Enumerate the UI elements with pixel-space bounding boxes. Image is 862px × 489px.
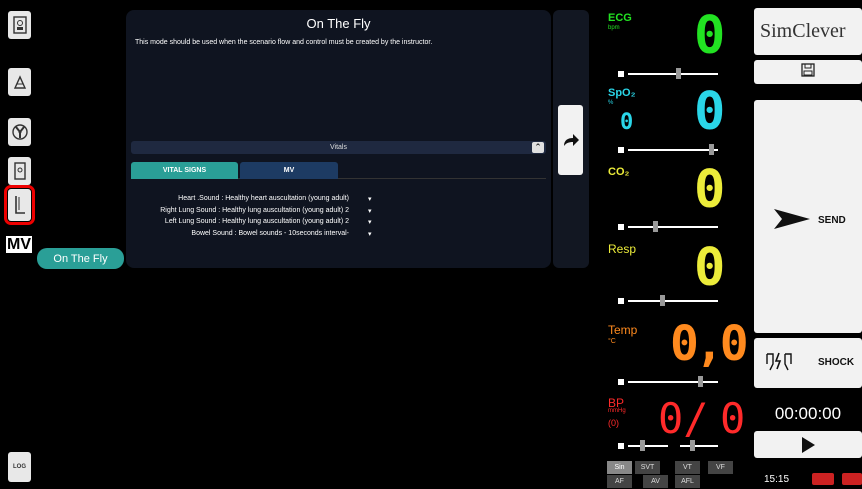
bp-mean: (0) [608, 418, 619, 428]
list-item[interactable]: Bowel Sound : Bowel sounds - 10seconds i… [126, 230, 551, 242]
left-lung-sound-label: Left Lung Sound : Healthy lung auscultat… [164, 218, 349, 225]
send-label: SEND [818, 215, 846, 226]
spo2-slider[interactable] [628, 144, 718, 155]
radiation-icon[interactable] [8, 118, 31, 146]
panel-description: This mode should be used when the scenar… [135, 39, 433, 46]
sound-list: Heart .Sound : Healthy heart auscultatio… [126, 195, 551, 241]
resp-alarm-dot[interactable] [618, 298, 624, 304]
send-button[interactable]: SEND [754, 100, 862, 333]
play-button[interactable] [754, 431, 862, 458]
temp-unit: °C [608, 338, 616, 345]
device-icon[interactable] [8, 157, 31, 185]
rhythm-afl[interactable]: AFL [675, 475, 700, 488]
spo2-unit: % [608, 100, 614, 106]
resp-slider[interactable] [628, 295, 718, 306]
co2-value: 0 [694, 160, 726, 220]
simclever-logo: SimClever [754, 8, 862, 55]
rhythm-svt[interactable]: SVT [635, 461, 660, 474]
list-item[interactable]: Left Lung Sound : Healthy lung auscultat… [126, 218, 551, 230]
temp-alarm-dot[interactable] [618, 379, 624, 385]
spo2-value: 0 [694, 82, 726, 142]
heart-sound-label: Heart .Sound : Healthy heart auscultatio… [178, 195, 349, 202]
rhythm-vt[interactable]: VT [675, 461, 700, 474]
rhythm-sin[interactable]: Sin [607, 461, 632, 474]
ecg-alarm-dot[interactable] [618, 71, 624, 77]
co2-slider[interactable] [628, 221, 718, 232]
vitals-section-header[interactable]: Vitals ⌃ [131, 141, 546, 154]
lab-results-icon[interactable] [8, 68, 31, 96]
alarm-indicator[interactable] [842, 473, 862, 485]
rhythm-af[interactable]: AF [607, 475, 632, 488]
defibrillator-icon [766, 352, 792, 371]
rhythm-vf[interactable]: VF [708, 461, 733, 474]
floppy-disk-icon [801, 63, 815, 77]
control-panel: SimClever SEND SHOCK 00:00:00 15:15 [752, 0, 862, 489]
log-label: LOG [13, 464, 26, 470]
tab-mv[interactable]: MV [240, 162, 338, 179]
bp-diastolic: 0 [720, 394, 746, 443]
temp-value: 0,0 [670, 316, 749, 372]
vitals-tabs: VITAL SIGNS MV [131, 162, 546, 179]
resp-label: Resp [608, 242, 637, 256]
scenario-timer: 00:00:00 [774, 404, 842, 423]
patient-record-icon[interactable] [8, 11, 31, 39]
scenario-panel: On The Fly This mode should be used when… [126, 10, 551, 268]
ecg-label: ECG [608, 12, 632, 24]
chevron-down-icon[interactable]: ▾ [368, 230, 372, 238]
rhythm-av[interactable]: AV [643, 475, 668, 488]
bp-systolic-slider[interactable] [628, 440, 668, 451]
vitals-section-label: Vitals [330, 144, 347, 151]
bp-diastolic-slider[interactable] [680, 440, 718, 451]
ecg-slider[interactable] [628, 68, 718, 79]
save-button[interactable] [754, 60, 862, 84]
collapse-chevron-icon[interactable]: ⌃ [532, 142, 544, 153]
bowel-sound-label: Bowel Sound : Bowel sounds - 10seconds i… [191, 229, 349, 237]
log-button[interactable]: LOG [8, 452, 31, 482]
scenario-mode-pill[interactable]: On The Fly [37, 248, 124, 269]
play-icon [802, 436, 815, 453]
shock-button[interactable]: SHOCK [754, 338, 862, 388]
ecg-unit: bpm [608, 25, 620, 31]
clock: 15:15 [764, 474, 790, 485]
on-the-fly-mode-icon[interactable] [4, 185, 35, 225]
mv-icon[interactable]: MV [6, 236, 32, 254]
send-arrow-icon [774, 209, 810, 229]
bp-unit: mmHg [608, 408, 626, 414]
panel-title: On The Fly [306, 16, 371, 31]
chevron-down-icon[interactable]: ▾ [368, 218, 372, 226]
ecg-value: 0 [694, 6, 726, 66]
temp-slider[interactable] [628, 376, 718, 387]
spo2-small-value: 0 [620, 110, 634, 135]
chevron-down-icon[interactable]: ▾ [368, 195, 372, 203]
vitals-monitor: ECG bpm 0 SpO₂ % 0 0 CO₂ 0 Resp 0 Temp °… [598, 0, 749, 489]
forward-arrow-button[interactable] [558, 105, 583, 175]
resp-value: 0 [694, 238, 726, 298]
bp-alarm-dot[interactable] [618, 443, 624, 449]
forward-column [553, 10, 589, 268]
shock-label: SHOCK [818, 357, 855, 368]
alarm-indicator[interactable] [812, 473, 834, 485]
co2-label: CO₂ [608, 166, 630, 178]
chevron-down-icon[interactable]: ▾ [368, 207, 372, 215]
spo2-alarm-dot[interactable] [618, 147, 624, 153]
temp-label: Temp [608, 323, 638, 337]
list-item[interactable]: Right Lung Sound : Healthy lung ausculta… [126, 207, 551, 219]
forward-arrow-icon [563, 134, 579, 146]
right-lung-sound-label: Right Lung Sound : Healthy lung ausculta… [160, 206, 349, 214]
co2-alarm-dot[interactable] [618, 224, 624, 230]
spo2-label: SpO₂ [608, 87, 636, 99]
left-sidebar: MV LOG [0, 0, 37, 489]
tab-vital-signs[interactable]: VITAL SIGNS [131, 162, 238, 179]
list-item[interactable]: Heart .Sound : Healthy heart auscultatio… [126, 195, 551, 207]
bp-systolic: 0/ [658, 394, 709, 443]
